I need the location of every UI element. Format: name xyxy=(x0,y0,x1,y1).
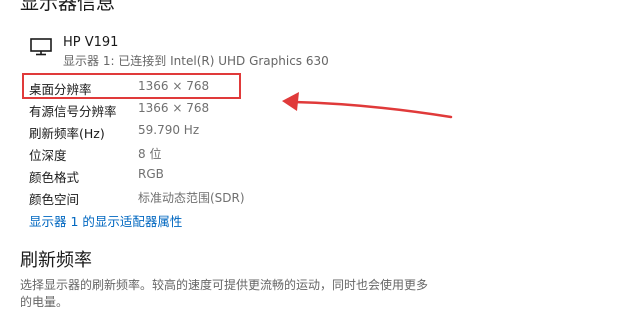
property-row-color-format: 颜色格式 RGB xyxy=(29,167,289,187)
property-row-color-space: 颜色空间 标准动态范围(SDR) xyxy=(29,189,289,209)
property-value: 59.790 Hz xyxy=(138,123,200,137)
property-row-active-signal-resolution: 有源信号分辨率 1366 × 768 xyxy=(29,101,289,121)
display-adapter-properties-link[interactable]: 显示器 1 的显示适配器属性 xyxy=(29,211,182,230)
property-label: 位深度 xyxy=(29,148,67,163)
property-value: 标准动态范围(SDR) xyxy=(138,191,245,205)
property-row-bit-depth: 位深度 8 位 xyxy=(29,145,289,165)
section-title-display-info: 显示器信息 xyxy=(20,0,116,14)
monitor-icon xyxy=(30,38,52,56)
section-description: 选择显示器的刷新频率。较高的速度可提供更流畅的运动，同时也会使用更多的电量。 xyxy=(20,278,429,309)
monitor-connection: 显示器 1: 已连接到 Intel(R) UHD Graphics 630 xyxy=(63,54,329,68)
monitor-name: HP V191 xyxy=(63,35,119,50)
section-title-refresh-rate: 刷新频率 xyxy=(20,250,92,271)
property-label: 有源信号分辨率 xyxy=(29,104,117,119)
property-label: 刷新频率(Hz) xyxy=(29,126,105,141)
annotation-highlight-box xyxy=(22,73,241,99)
property-label: 颜色格式 xyxy=(29,170,80,185)
property-value: 8 位 xyxy=(138,147,162,161)
property-row-refresh-rate: 刷新频率(Hz) 59.790 Hz xyxy=(29,123,289,143)
property-label: 颜色空间 xyxy=(29,192,80,207)
property-value: RGB xyxy=(138,167,164,181)
property-value: 1366 × 768 xyxy=(138,101,210,115)
